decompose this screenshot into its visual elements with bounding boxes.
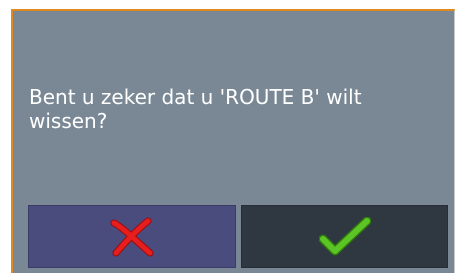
confirm-button[interactable] [241,205,448,268]
confirm-delete-dialog: Bent u zeker dat u 'ROUTE B' wilt wissen… [11,9,455,273]
dialog-message: Bent u zeker dat u 'ROUTE B' wilt wissen… [29,85,362,133]
red-x-icon [108,217,156,257]
green-check-icon [318,216,371,257]
cancel-button[interactable] [28,205,236,268]
